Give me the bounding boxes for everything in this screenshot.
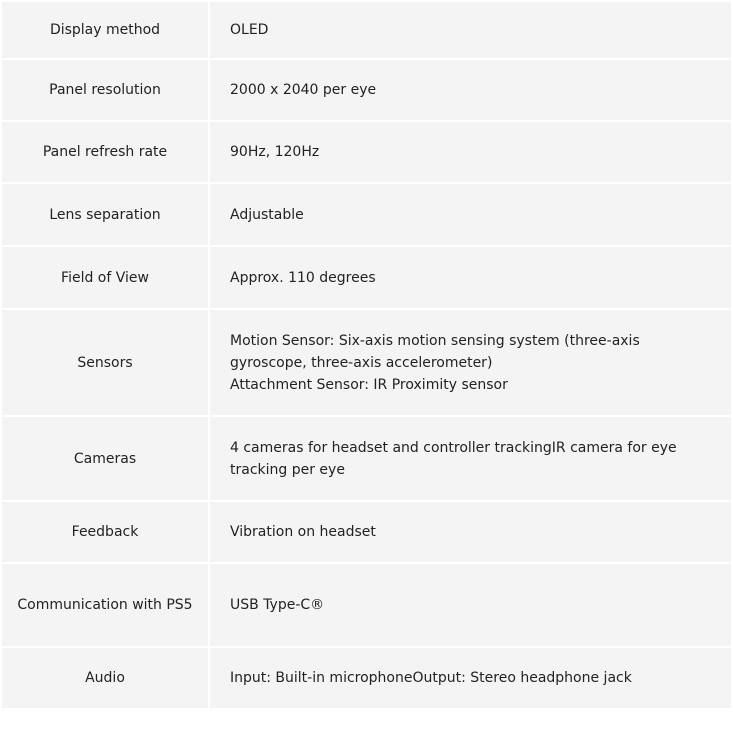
spec-value: OLED	[208, 0, 733, 60]
spec-value: Vibration on headset	[208, 500, 733, 564]
spec-row: Sensors Motion Sensor: Six-axis motion se…	[0, 308, 733, 417]
spec-label: Communication with PS5	[0, 562, 210, 648]
spec-value-line: Attachment Sensor: IR Proximity sensor	[230, 376, 508, 393]
spec-row: Panel resolution 2000 x 2040 per eye	[0, 58, 733, 122]
spec-value: Motion Sensor: Six-axis motion sensing s…	[208, 308, 733, 417]
spec-value: Approx. 110 degrees	[208, 245, 733, 310]
spec-label: Lens separation	[0, 182, 210, 247]
spec-value: 2000 x 2040 per eye	[208, 58, 733, 122]
spec-row: Lens separation Adjustable	[0, 182, 733, 247]
spec-row: Field of View Approx. 110 degrees	[0, 245, 733, 310]
spec-label: Cameras	[0, 415, 210, 502]
spec-value: Adjustable	[208, 182, 733, 247]
spec-value: 90Hz, 120Hz	[208, 120, 733, 184]
spec-row: Display method OLED	[0, 0, 733, 60]
spec-label: Display method	[0, 0, 210, 60]
spec-value-line: Adjustable	[230, 206, 304, 223]
spec-label: Panel resolution	[0, 58, 210, 122]
spec-value: 4 cameras for headset and controller tra…	[208, 415, 733, 502]
spec-value: USB Type-C®	[208, 562, 733, 648]
spec-row: Audio Input: Built-in microphoneOutput: S…	[0, 646, 733, 710]
spec-label: Panel refresh rate	[0, 120, 210, 184]
spec-row: Communication with PS5 USB Type-C®	[0, 562, 733, 648]
spec-value-line: OLED	[230, 22, 269, 38]
spec-value-line: 90Hz, 120Hz	[230, 144, 320, 160]
spec-row: Panel refresh rate 90Hz, 120Hz	[0, 120, 733, 184]
spec-value-line: 4 cameras for headset and controller tra…	[230, 439, 677, 478]
spec-label: Field of View	[0, 245, 210, 310]
spec-row: Cameras 4 cameras for headset and control…	[0, 415, 733, 502]
spec-value-line: Vibration on headset	[230, 524, 376, 540]
spec-label: Feedback	[0, 500, 210, 564]
spec-row: Feedback Vibration on headset	[0, 500, 733, 564]
spec-label: Sensors	[0, 308, 210, 417]
spec-value-line: Approx. 110 degrees	[230, 269, 376, 286]
spec-value-line: 2000 x 2040 per eye	[230, 82, 377, 98]
spec-value: Input: Built-in microphoneOutput: Stereo…	[208, 646, 733, 710]
spec-value-line: USB Type-C®	[230, 597, 325, 613]
specs-table: Display method OLED Panel resolution 2000 x…	[0, 0, 733, 710]
spec-value-line: Input: Built-in microphoneOutput: Stereo…	[230, 670, 632, 686]
spec-label: Audio	[0, 646, 210, 710]
spec-value-line: Motion Sensor: Six-axis motion sensing s…	[230, 332, 640, 371]
